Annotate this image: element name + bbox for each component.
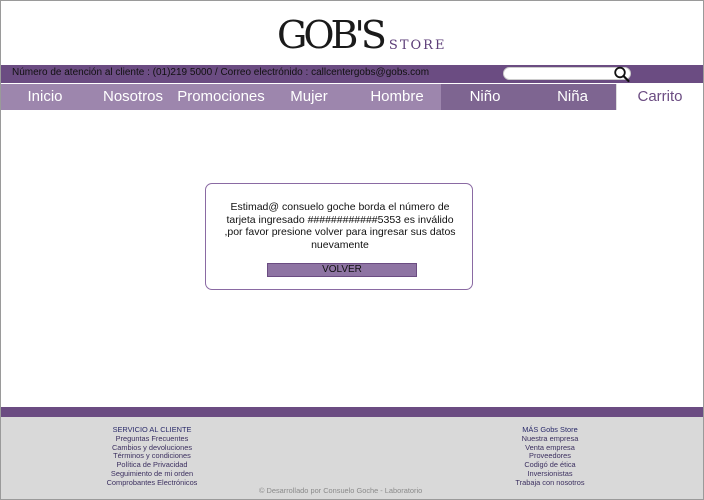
logo-store-label: STORE [388,38,447,53]
footer-customer-service: SERVICIO AL CLIENTE Preguntas Frecuentes… [97,425,207,488]
search-input[interactable] [503,67,631,80]
nav-item-inicio[interactable]: Inicio [1,84,89,110]
nav-item-nosotros[interactable]: Nosotros [89,84,177,110]
nav-item-nina[interactable]: Niña [529,84,616,110]
volver-button[interactable]: VOLVER [267,263,417,277]
nav-item-mujer[interactable]: Mujer [265,84,353,110]
search-icon[interactable] [613,65,631,83]
footer-credit: © Desarrollado por Consuelo Goche - Labo… [259,486,423,495]
footer-more-gobs: MÁS Gobs Store Nuestra empresa Venta emp… [498,425,602,488]
site-footer: SERVICIO AL CLIENTE Preguntas Frecuentes… [1,417,703,499]
error-dialog: Estimad@ consuelo goche borda el número … [205,183,473,290]
contact-info-text: Número de atención al cliente : (01)219 … [12,67,430,78]
error-message: Estimad@ consuelo goche borda el número … [224,201,456,251]
site-header: GOB'S STORE [1,1,703,65]
footer-divider [1,407,703,417]
page-frame: GOB'S STORE Número de atención al client… [0,0,704,500]
nav-item-hombre[interactable]: Hombre [353,84,441,110]
contact-info-bar: Número de atención al cliente : (01)219 … [1,65,703,83]
main-nav: Inicio Nosotros Promociones Mujer Hombre… [1,84,703,110]
nav-item-carrito[interactable]: Carrito [616,84,703,110]
logo-wordmark: GOB'S [277,13,387,57]
footer-link-comprobantes[interactable]: Comprobantes Electrónicos [97,478,207,488]
footer-link-trabaja[interactable]: Trabaja con nosotros [498,478,602,488]
nav-item-promociones[interactable]: Promociones [177,84,265,110]
nav-item-nino[interactable]: Niño [441,84,529,110]
site-logo[interactable]: GOB'S STORE [277,13,446,55]
